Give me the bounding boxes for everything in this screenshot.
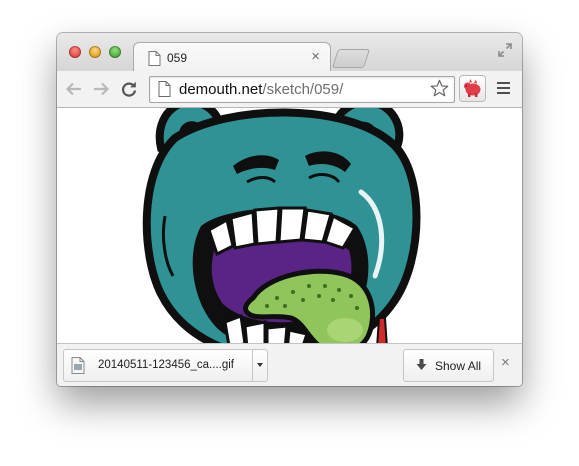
gif-file-icon: [71, 357, 85, 374]
monster-illustration: [142, 108, 421, 343]
back-arrow-icon[interactable]: [65, 80, 83, 98]
star-icon[interactable]: [430, 79, 449, 98]
window-close-button[interactable]: [69, 46, 81, 58]
tab-title: 059: [167, 51, 188, 65]
red-pig-extension-icon: [464, 79, 481, 97]
pig-extension-button[interactable]: [460, 76, 485, 101]
toolbar: demouth.net/sketch/059/: [57, 71, 522, 108]
download-options-dropdown[interactable]: [252, 350, 267, 381]
page-icon: [148, 51, 161, 66]
url-host: demouth.net: [179, 81, 263, 98]
show-all-downloads-button[interactable]: Show All: [403, 349, 494, 382]
new-tab-button[interactable]: [331, 49, 371, 68]
fullscreen-icon[interactable]: [498, 43, 512, 57]
forward-arrow-icon[interactable]: [92, 80, 110, 98]
page-content: [57, 108, 522, 343]
tab-059[interactable]: 059 ×: [133, 42, 331, 73]
download-arrow-icon: [416, 359, 427, 370]
tab-close-icon[interactable]: ×: [311, 48, 320, 65]
close-shelf-icon[interactable]: ×: [501, 355, 510, 371]
show-all-label: Show All: [435, 359, 482, 373]
url-path: /sketch/059/: [262, 81, 344, 98]
page-icon: [158, 81, 171, 97]
reload-icon[interactable]: [120, 80, 138, 98]
window-zoom-button[interactable]: [109, 46, 121, 58]
url-text: demouth.net/sketch/059/: [179, 81, 343, 98]
download-filename: 20140511-123456_ca....gif: [98, 359, 234, 371]
hamburger-menu-icon[interactable]: [497, 82, 511, 96]
window-minimize-button[interactable]: [89, 46, 101, 58]
download-item[interactable]: 20140511-123456_ca....gif: [63, 349, 268, 382]
download-shelf: 20140511-123456_ca....gif Show All ×: [57, 343, 522, 386]
tab-strip: 059 ×: [57, 33, 522, 73]
address-bar[interactable]: demouth.net/sketch/059/: [149, 76, 455, 103]
browser-window: 059 × demouth.net/sketch/059/ 20140511-1…: [57, 33, 522, 386]
